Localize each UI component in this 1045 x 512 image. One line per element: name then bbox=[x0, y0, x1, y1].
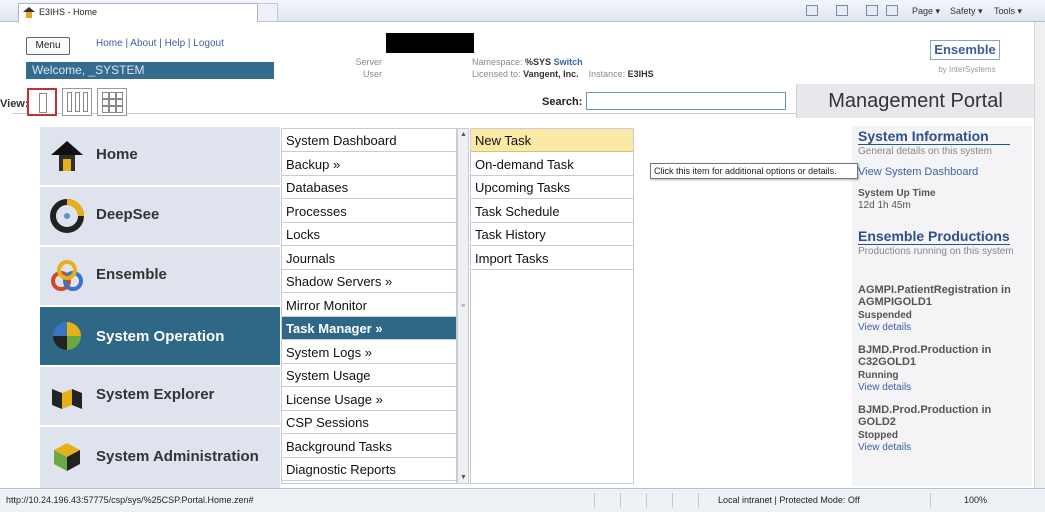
namespace-value: %SYS bbox=[525, 57, 552, 67]
menu-item-task-manager[interactable]: Task Manager » bbox=[282, 317, 456, 340]
system-information-desc: General details on this system bbox=[858, 146, 992, 157]
view-three-column-button[interactable] bbox=[62, 88, 92, 116]
menu-item-system-dashboard[interactable]: System Dashboard bbox=[282, 129, 456, 152]
menu-item-task-history[interactable]: Task History bbox=[471, 223, 633, 246]
ensemble-productions-heading: Ensemble Productions bbox=[858, 228, 1010, 245]
view-system-dashboard-link[interactable]: View System Dashboard bbox=[858, 166, 978, 178]
productions-desc: Productions running on this system bbox=[858, 246, 1014, 257]
ensemble-icon bbox=[51, 260, 83, 291]
browser-tab-title: E3IHS - Home bbox=[39, 7, 98, 17]
scroll-grip-icon: ≡ bbox=[461, 303, 466, 310]
switch-link[interactable]: Switch bbox=[554, 57, 583, 67]
production-view-details-link[interactable]: View details bbox=[858, 442, 911, 453]
view-one-column-button[interactable] bbox=[27, 88, 57, 116]
safety-menu[interactable]: Safety ▾ bbox=[950, 4, 983, 18]
scroll-up-icon[interactable]: ▲ bbox=[460, 131, 467, 138]
uptime-label: System Up Time bbox=[858, 188, 936, 199]
print-cmd-icon[interactable] bbox=[886, 5, 898, 16]
production-status: Running bbox=[858, 370, 899, 381]
production-name: BJMD.Prod.Production in C32GOLD1 bbox=[858, 344, 992, 368]
system-operation-menu: System Dashboard Backup » Databases Proc… bbox=[281, 128, 457, 484]
menu-item-locks[interactable]: Locks bbox=[282, 223, 456, 246]
nav-item-system-administration[interactable]: System Administration bbox=[40, 427, 280, 489]
top-links[interactable]: Home | About | Help | Logout bbox=[96, 38, 224, 49]
search-input[interactable] bbox=[586, 92, 786, 110]
welcome-banner: Welcome, _SYSTEM bbox=[26, 62, 274, 79]
system-information-heading: System Information bbox=[858, 128, 1010, 145]
nav-item-deepsee[interactable]: DeepSee bbox=[40, 187, 280, 245]
production-name: AGMPI.PatientRegistration in AGMPIGOLD1 bbox=[858, 284, 1011, 308]
nav-label-system-operation: System Operation bbox=[96, 328, 225, 345]
home-icon bbox=[51, 141, 83, 171]
tools-menu[interactable]: Tools ▾ bbox=[994, 4, 1022, 18]
menu-scrollbar[interactable]: ▲ ≡ ▼ bbox=[457, 128, 469, 484]
menu-item-upcoming-tasks[interactable]: Upcoming Tasks bbox=[471, 176, 633, 199]
deepsee-icon bbox=[50, 199, 84, 233]
new-tab-button[interactable] bbox=[258, 3, 278, 22]
nav-label-system-explorer: System Explorer bbox=[96, 386, 215, 403]
view-label: View: bbox=[0, 98, 29, 110]
info-panel: System Information General details on th… bbox=[852, 126, 1032, 486]
menu-item-journals[interactable]: Journals bbox=[282, 246, 456, 270]
security-zone[interactable]: Local intranet | Protected Mode: Off bbox=[718, 489, 860, 511]
menu-item-databases[interactable]: Databases bbox=[282, 176, 456, 199]
menu-button[interactable]: Menu bbox=[26, 37, 70, 55]
task-manager-menu: New Task On-demand Task Upcoming Tasks T… bbox=[470, 128, 634, 484]
production-view-details-link[interactable]: View details bbox=[858, 322, 911, 333]
scroll-down-icon[interactable]: ▼ bbox=[460, 474, 467, 481]
nav-item-home[interactable]: Home bbox=[40, 127, 280, 185]
browser-tab[interactable]: E3IHS - Home bbox=[18, 3, 258, 22]
namespace-info: Namespace: %SYS Switch bbox=[472, 57, 583, 67]
view-grid-button[interactable] bbox=[97, 88, 127, 116]
nav-item-system-explorer[interactable]: System Explorer bbox=[40, 367, 280, 425]
home-cmd-icon[interactable] bbox=[806, 5, 818, 16]
license-info: Licensed to: Vangent, Inc. Instance: E3I… bbox=[472, 69, 654, 79]
nav-label-system-administration: System Administration bbox=[96, 448, 259, 465]
system-explorer-icon bbox=[52, 389, 82, 409]
uptime-value: 12d 1h 45m bbox=[858, 200, 911, 211]
server-label: Server bbox=[355, 57, 382, 67]
system-operation-icon bbox=[53, 322, 81, 350]
menu-item-mirror-monitor[interactable]: Mirror Monitor bbox=[282, 293, 456, 317]
menu-item-system-usage[interactable]: System Usage bbox=[282, 364, 456, 387]
menu-item-on-demand-task[interactable]: On-demand Task bbox=[471, 152, 633, 176]
menu-item-diagnostic-reports[interactable]: Diagnostic Reports bbox=[282, 458, 456, 481]
production-name: BJMD.Prod.Production in GOLD2 bbox=[858, 404, 992, 428]
feeds-cmd-icon[interactable] bbox=[836, 5, 848, 16]
browser-status-bar: http://10.24.196.43:57775/csp/sys/%25CSP… bbox=[0, 488, 1045, 512]
nav-label-deepsee: DeepSee bbox=[96, 206, 160, 223]
system-administration-icon bbox=[54, 443, 80, 471]
search-label: Search: bbox=[542, 96, 583, 108]
page-menu[interactable]: Page ▾ bbox=[912, 4, 940, 18]
production-view-details-link[interactable]: View details bbox=[858, 382, 911, 393]
menu-item-task-schedule[interactable]: Task Schedule bbox=[471, 199, 633, 223]
favicon-icon bbox=[23, 7, 35, 18]
zoom-level[interactable]: 100% bbox=[964, 489, 987, 511]
menu-item-csp-sessions[interactable]: CSP Sessions bbox=[282, 411, 456, 434]
redacted-box bbox=[386, 33, 474, 53]
menu-item-new-task[interactable]: New Task bbox=[471, 129, 633, 152]
mail-cmd-icon[interactable] bbox=[866, 5, 878, 16]
production-status: Suspended bbox=[858, 310, 912, 321]
nav-item-ensemble[interactable]: Ensemble bbox=[40, 247, 280, 305]
tooltip: Click this item for additional options o… bbox=[650, 163, 858, 179]
menu-item-backup[interactable]: Backup » bbox=[282, 152, 456, 176]
menu-item-license-usage[interactable]: License Usage » bbox=[282, 387, 456, 411]
nav-label-ensemble: Ensemble bbox=[96, 266, 167, 283]
nav-item-system-operation[interactable]: System Operation bbox=[40, 307, 280, 365]
menu-item-shadow-servers[interactable]: Shadow Servers » bbox=[282, 270, 456, 293]
ensemble-logo: Ensemble bbox=[930, 40, 1000, 60]
nav-label-home: Home bbox=[96, 146, 138, 163]
page-title: Management Portal bbox=[796, 84, 1034, 118]
status-url: http://10.24.196.43:57775/csp/sys/%25CSP… bbox=[6, 495, 254, 505]
production-status: Stopped bbox=[858, 430, 898, 441]
intersystems-tagline: by InterSystems bbox=[938, 65, 996, 74]
menu-item-background-tasks[interactable]: Background Tasks bbox=[282, 434, 456, 458]
browser-tab-bar: E3IHS - Home Page ▾ Safety ▾ Tools ▾ bbox=[0, 0, 1045, 22]
user-label: User bbox=[362, 69, 382, 79]
page-scrollbar[interactable] bbox=[1034, 22, 1045, 488]
menu-item-system-logs[interactable]: System Logs » bbox=[282, 340, 456, 364]
menu-item-processes[interactable]: Processes bbox=[282, 199, 456, 223]
menu-item-import-tasks[interactable]: Import Tasks bbox=[471, 246, 633, 270]
